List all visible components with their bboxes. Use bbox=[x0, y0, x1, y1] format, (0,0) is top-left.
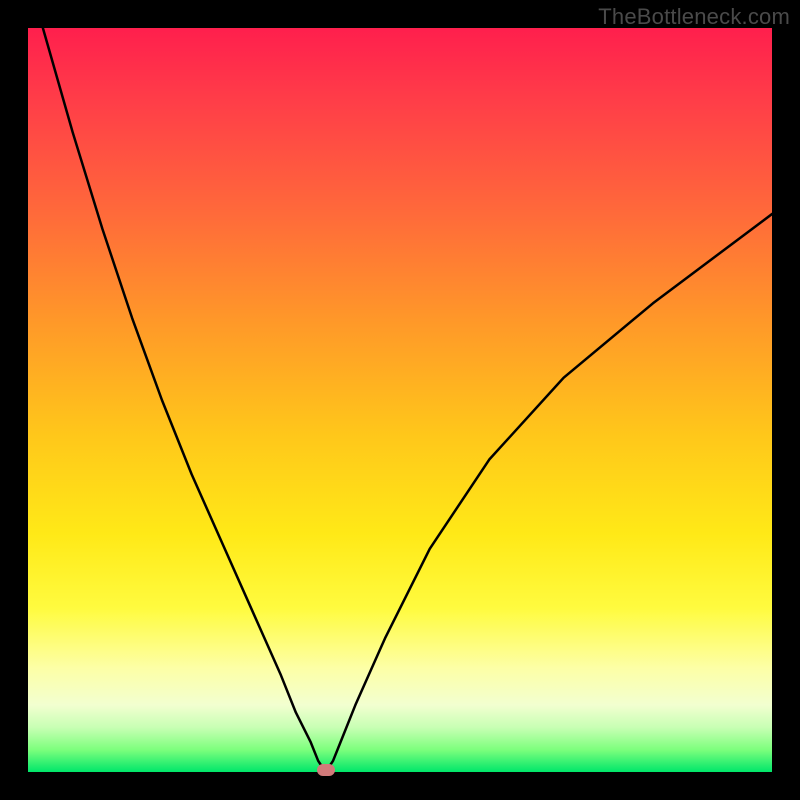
plot-area bbox=[28, 28, 772, 772]
bottleneck-curve bbox=[28, 28, 772, 772]
watermark-text: TheBottleneck.com bbox=[598, 4, 790, 30]
optimal-point-marker bbox=[317, 764, 335, 776]
chart-frame: TheBottleneck.com bbox=[0, 0, 800, 800]
